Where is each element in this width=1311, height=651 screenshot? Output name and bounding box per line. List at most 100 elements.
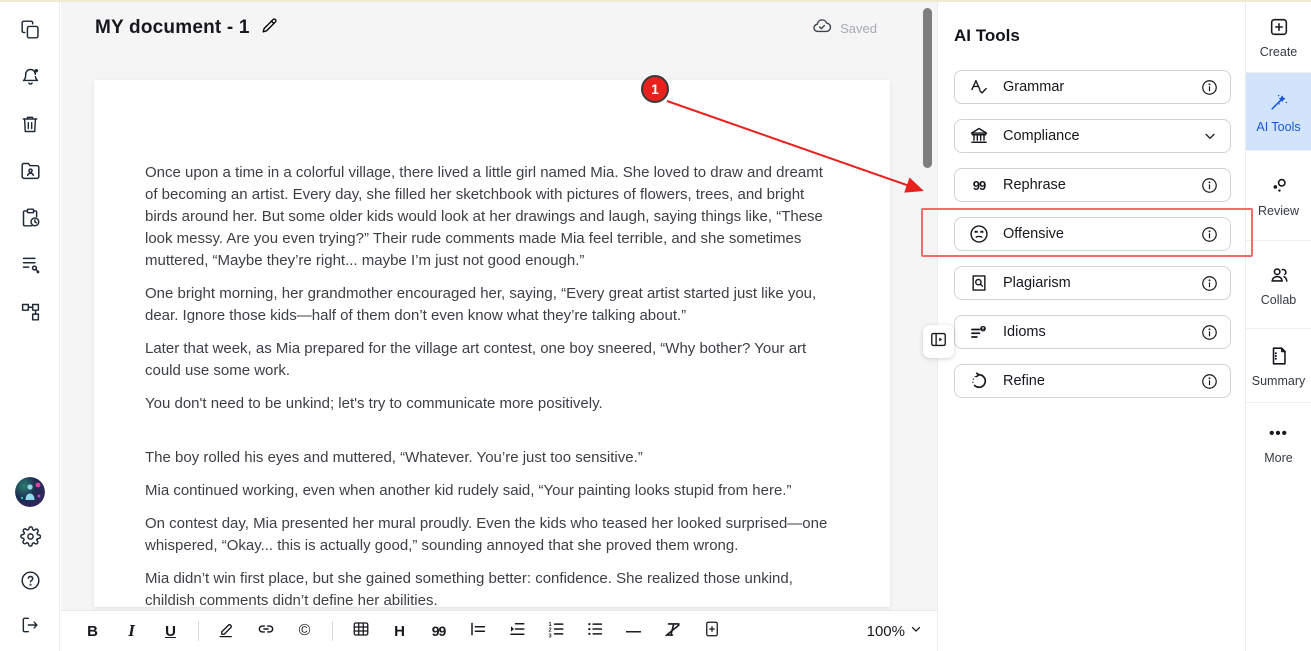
clear-format-button[interactable] [661, 618, 685, 644]
zoom-level: 100% [867, 623, 905, 640]
add-page-button[interactable] [700, 618, 724, 644]
annotation-step-badge: 1 [641, 75, 669, 103]
document-title: MY document - 1 [95, 17, 250, 39]
clipboard-clock-icon [20, 207, 41, 233]
bullet-list-button[interactable] [583, 618, 607, 644]
chevron-down-icon[interactable] [1202, 128, 1218, 144]
tool-label: Plagiarism [1003, 275, 1071, 291]
indent-button[interactable] [505, 618, 529, 644]
tool-label: Rephrase [1003, 177, 1066, 193]
document-page[interactable]: Once upon a time in a colorful village, … [94, 80, 890, 607]
nav-label: Collab [1261, 293, 1296, 307]
edit-title-icon[interactable] [260, 16, 279, 40]
paragraph: You don't need to be unkind; let's try t… [145, 393, 836, 415]
info-icon[interactable] [1201, 177, 1218, 194]
clear-format-icon [663, 620, 682, 643]
tool-label: Compliance [1003, 128, 1080, 144]
saved-label: Saved [840, 21, 877, 36]
nav-label: Review [1258, 204, 1299, 218]
logout-button[interactable] [18, 615, 42, 639]
compliance-icon [968, 126, 990, 146]
insert-link-button[interactable] [254, 618, 278, 644]
refine-tool-button[interactable]: Refine [954, 364, 1231, 398]
avatar-image [15, 477, 45, 507]
tool-label: Idioms [1003, 324, 1046, 340]
nav-summary[interactable]: Summary [1246, 329, 1311, 403]
plagiarism-tool-button[interactable]: Plagiarism [954, 266, 1231, 300]
align-left-button[interactable] [466, 618, 490, 644]
cloud-saved-icon [812, 16, 832, 41]
user-avatar[interactable] [15, 477, 45, 507]
nav-ai-tools[interactable]: AI Tools [1246, 73, 1311, 151]
link-icon [256, 619, 276, 643]
nav-review[interactable]: Review [1246, 151, 1311, 241]
idioms-tool-button[interactable]: Idioms [954, 315, 1231, 349]
notification-bell-icon [20, 66, 41, 92]
folder-user-icon [20, 160, 41, 186]
documents-icon [20, 19, 41, 45]
heading-button[interactable]: H [388, 618, 412, 644]
paragraph: Mia didn’t win first place, but she gain… [145, 568, 836, 612]
formatting-toolbar: B I U © H 99 [61, 610, 937, 651]
nav-label: AI Tools [1256, 120, 1300, 134]
info-icon[interactable] [1201, 324, 1218, 341]
clipboard-history-button[interactable] [18, 208, 42, 232]
sitemap-button[interactable] [18, 302, 42, 326]
info-icon[interactable] [1201, 275, 1218, 292]
zoom-control[interactable]: 100% [867, 622, 923, 640]
notifications-button[interactable] [18, 67, 42, 91]
shared-folder-button[interactable] [18, 161, 42, 185]
nav-create[interactable]: Create [1246, 2, 1311, 73]
right-nav-rail: Create AI Tools Review Collab Summary [1245, 2, 1311, 651]
copyright-button[interactable]: © [293, 618, 317, 644]
compliance-tool-button[interactable]: Compliance [954, 119, 1231, 153]
horizontal-rule-button[interactable]: — [622, 618, 646, 644]
info-icon[interactable] [1201, 226, 1218, 243]
ordered-list-icon: 123 [547, 620, 565, 642]
trash-button[interactable] [18, 114, 42, 138]
form-share-icon [20, 254, 41, 280]
top-accent-line [0, 0, 1311, 2]
blockquote-button[interactable]: 99 [427, 618, 451, 644]
create-icon [1268, 15, 1290, 39]
tool-label: Grammar [1003, 79, 1064, 95]
underline-button[interactable]: U [159, 618, 183, 644]
logout-icon [20, 615, 40, 640]
info-icon[interactable] [1201, 373, 1218, 390]
settings-button[interactable] [18, 527, 42, 551]
app-window: MY document - 1 Saved Once upon a time i… [0, 0, 1311, 651]
ordered-list-button[interactable]: 123 [544, 618, 568, 644]
paragraph: The boy rolled his eyes and muttered, “W… [145, 447, 836, 469]
rephrase-quote-icon: 99 [968, 178, 990, 193]
chevron-down-icon [909, 622, 923, 640]
left-sidebar [0, 0, 60, 651]
refine-icon [968, 371, 990, 391]
collapse-panel-button[interactable] [923, 325, 954, 358]
indent-icon [508, 620, 526, 642]
tool-label: Offensive [1003, 226, 1064, 242]
document-workspace: MY document - 1 Saved Once upon a time i… [61, 2, 937, 651]
offensive-face-icon [968, 224, 990, 244]
bold-button[interactable]: B [81, 618, 105, 644]
grammar-icon [968, 77, 990, 97]
workflow-form-button[interactable] [18, 255, 42, 279]
scrollbar-thumb[interactable] [923, 8, 932, 168]
nav-label: More [1264, 451, 1292, 465]
nav-collab[interactable]: Collab [1246, 241, 1311, 329]
nav-more[interactable]: ••• More [1246, 403, 1311, 483]
paragraph: Once upon a time in a colorful village, … [145, 162, 836, 272]
paragraph: Mia continued working, even when another… [145, 480, 836, 502]
offensive-tool-button[interactable]: Offensive [954, 217, 1231, 251]
insert-table-button[interactable] [349, 618, 373, 644]
toolbar-divider [198, 621, 199, 641]
help-button[interactable] [18, 571, 42, 595]
trash-icon [20, 114, 40, 139]
ai-tools-list: Grammar Compliance 99 Rephrase [954, 70, 1231, 398]
italic-button[interactable]: I [120, 618, 144, 644]
highlight-button[interactable] [215, 618, 239, 644]
paragraph: Later that week, as Mia prepared for the… [145, 338, 836, 382]
info-icon[interactable] [1201, 79, 1218, 96]
documents-button[interactable] [18, 20, 42, 44]
grammar-tool-button[interactable]: Grammar [954, 70, 1231, 104]
rephrase-tool-button[interactable]: 99 Rephrase [954, 168, 1231, 202]
